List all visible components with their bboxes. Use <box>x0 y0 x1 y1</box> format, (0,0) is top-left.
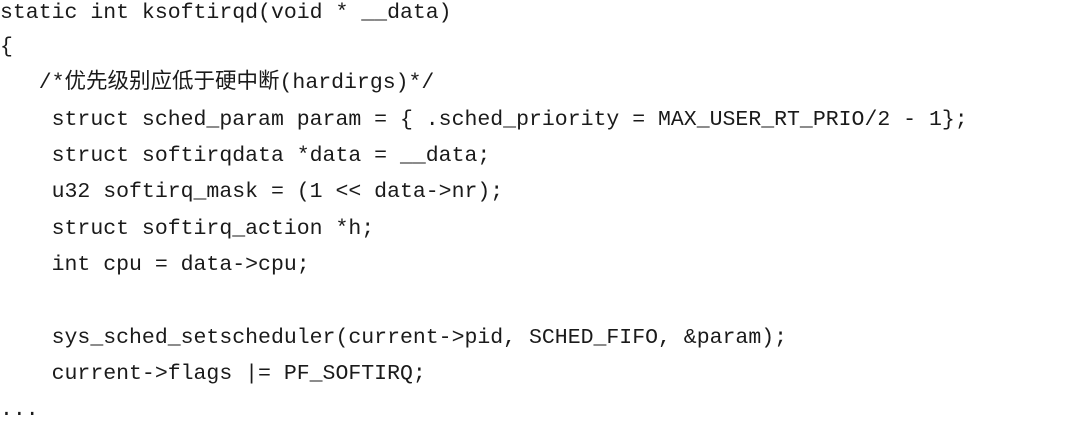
code-line-int-cpu: int cpu = data->cpu; <box>0 253 310 277</box>
code-line-setscheduler: sys_sched_setscheduler(current->pid, SCH… <box>0 326 788 350</box>
code-listing: static int ksoftirqd(void * __data) { /*… <box>0 0 1092 422</box>
code-line-ellipsis: ... <box>0 398 39 422</box>
code-line-softirq-mask: u32 softirq_mask = (1 << data->nr); <box>0 180 504 204</box>
code-line-flags: current->flags |= PF_SOFTIRQ; <box>0 362 426 386</box>
code-line-function-signature: static int ksoftirqd(void * __data) <box>0 1 452 25</box>
code-line-softirqdata: struct softirqdata *data = __data; <box>0 144 491 168</box>
code-line-open-brace: { <box>0 35 13 59</box>
code-line-comment: /*优先级别应低于硬中断(hardirgs)*/ <box>0 71 435 95</box>
code-line-sched-param: struct sched_param param = { .sched_prio… <box>0 108 968 132</box>
code-line-softirq-action: struct softirq_action *h; <box>0 217 375 241</box>
